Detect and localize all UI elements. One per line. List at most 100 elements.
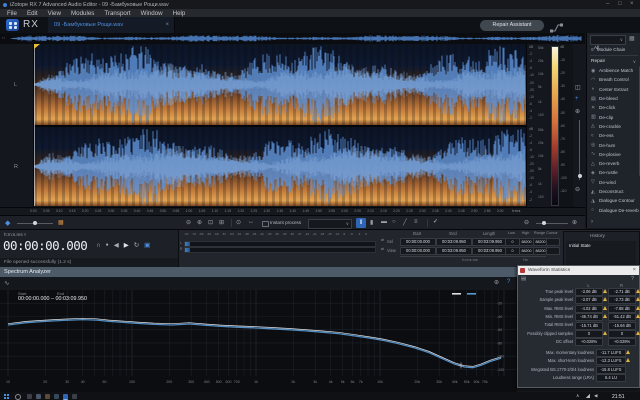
- play-button[interactable]: ▶: [124, 241, 129, 249]
- field-view-time-1[interactable]: 00:03:09.950: [436, 246, 472, 255]
- module-item-de-reverb[interactable]: △ De-reverb: [587, 159, 639, 168]
- link-row-icon[interactable]: ⇄: [381, 238, 384, 243]
- time-display[interactable]: 00:00:00.000: [3, 238, 88, 253]
- module-item-deconstruct[interactable]: ◭ Deconstruct: [587, 187, 639, 196]
- playhead-flag-icon[interactable]: [34, 44, 40, 49]
- time-frequency-selection-tool[interactable]: ▬: [381, 219, 387, 225]
- izotope-spark-icon[interactable]: ◆: [5, 219, 10, 227]
- module-chain-item[interactable]: ≡ Module Chain: [587, 45, 640, 54]
- field-view-freq-0[interactable]: 0: [505, 246, 520, 255]
- field-view-time-0[interactable]: 00:00:00.000: [400, 246, 436, 255]
- zoom-out-vertical-icon[interactable]: ⊖: [575, 186, 580, 193]
- loop-playback-toggle[interactable]: ▣: [144, 241, 150, 249]
- crosshair-icon[interactable]: +: [575, 96, 579, 102]
- spectrum-plot[interactable]: 10 20 30 40 60 100 200 300 400 500 600 700 1k 2k 3k 4k 5…: [0, 290, 517, 392]
- module-filter-dropdown[interactable]: All ∨: [590, 35, 626, 50]
- minimize-button[interactable]: –: [606, 1, 609, 7]
- taskbar-search-icon[interactable]: [15, 393, 21, 400]
- module-item-de-clip[interactable]: ▥ De-clip: [587, 112, 639, 121]
- hzoom-in-icon[interactable]: ⊕: [572, 219, 577, 226]
- record-button[interactable]: ●: [106, 242, 109, 248]
- field-view-freq-1[interactable]: 88200: [519, 246, 534, 255]
- skip-back-button[interactable]: ◀: [114, 241, 119, 249]
- module-item-ambience-match[interactable]: ◉ Ambience Match: [587, 66, 639, 75]
- module-item-de-ess[interactable]: ≈ De-ess: [587, 131, 639, 140]
- zoom-in-icon[interactable]: ⊕: [197, 219, 202, 226]
- module-item-center-extract[interactable]: ◑ Center Extract: [587, 85, 639, 94]
- spectrum-help-icon[interactable]: ?: [507, 279, 510, 285]
- field-sel-time-0[interactable]: 00:00:00.000: [400, 238, 436, 246]
- blend-slider-knob[interactable]: [33, 221, 37, 225]
- tray-volume-icon[interactable]: ◀: [594, 393, 597, 399]
- lasso-tool[interactable]: ○: [392, 219, 396, 225]
- spectrum-wave-icon[interactable]: ∿: [4, 279, 9, 287]
- zoom-selection-icon[interactable]: ⊡: [208, 219, 213, 226]
- module-item-de-plosive[interactable]: ∿ De-plosive: [587, 150, 639, 159]
- vertical-zoom-slider[interactable]: [579, 120, 580, 180]
- history-item[interactable]: Initial State: [566, 241, 636, 250]
- category-header-repair[interactable]: Repair ∨: [587, 57, 640, 66]
- zoom-fit-icon[interactable]: ⊞: [219, 219, 224, 226]
- process-mode-dropdown[interactable]: Attenuate ∨: [308, 218, 352, 234]
- repair-assistant-button[interactable]: Repair Assistant: [480, 19, 544, 31]
- module-item-de-hum[interactable]: ◎ De-hum: [587, 140, 639, 149]
- spectrogram-settings-icon[interactable]: ▦: [58, 219, 64, 226]
- colormap-legend[interactable]: [551, 46, 559, 206]
- module-item-breath-control[interactable]: ◠ Breath Control: [587, 75, 639, 84]
- field-sel-time-1[interactable]: 00:03:09.950: [436, 238, 472, 246]
- field-view-cursor[interactable]: [546, 246, 560, 255]
- composite-view-icon[interactable]: ◫: [575, 84, 581, 91]
- taskbar-app-icon-active[interactable]: [63, 393, 68, 400]
- copy-stats-icon[interactable]: ▤: [521, 276, 526, 282]
- hzoom-slider-knob[interactable]: [542, 221, 546, 225]
- tab-close-icon[interactable]: ×: [165, 22, 174, 28]
- field-sel-cursor[interactable]: [546, 238, 560, 246]
- hzoom-slider-track[interactable]: [536, 223, 568, 224]
- output-meters[interactable]: L R -Inf -70 -66 -63 -60 -57 -54 -51 -48 -45 -42 -3…: [180, 230, 378, 268]
- field-view-time-2[interactable]: 00:03:09.950: [472, 246, 508, 255]
- vertical-zoom-knob[interactable]: [577, 174, 582, 178]
- taskbar-app-icon[interactable]: [72, 393, 77, 399]
- waveform-statistics-window[interactable]: Waveform Statistics × ▤ ? L R True peak …: [517, 265, 640, 388]
- taskbar-clock[interactable]: 21:51: [612, 394, 625, 400]
- link-row-icon[interactable]: ⇄: [381, 247, 384, 252]
- field-sel-freq-0[interactable]: 0: [505, 238, 520, 246]
- instant-process-checkbox[interactable]: [262, 220, 269, 227]
- module-item-dialogue-de-reverb[interactable]: ○ Dialogue De-reverb: [587, 205, 639, 214]
- taskbar-app-icon[interactable]: [45, 393, 50, 399]
- loop-button[interactable]: ↻: [134, 241, 139, 249]
- minimap-link-icon[interactable]: ⇔: [1, 35, 6, 41]
- monitor-headphones-icon[interactable]: ∩: [96, 242, 101, 249]
- wand-tool[interactable]: ≡: [414, 219, 418, 225]
- channel-right[interactable]: [34, 127, 526, 206]
- frequency-selection-tool[interactable]: ▮: [370, 219, 373, 226]
- taskbar-app-icon[interactable]: [36, 393, 41, 399]
- stats-help-icon[interactable]: ?: [631, 276, 634, 282]
- field-sel-time-2[interactable]: 00:03:09.950: [472, 238, 508, 246]
- magnifier-tool-icon[interactable]: ⊙: [236, 219, 241, 226]
- module-grid-icon[interactable]: ▦: [629, 35, 635, 42]
- taskbar-app-icon[interactable]: [27, 393, 32, 399]
- spectrum-settings-gear-icon[interactable]: ⊛: [494, 279, 499, 286]
- module-item-dialogue-contour[interactable]: ◮ Dialogue Contour: [587, 196, 639, 205]
- stats-titlebar[interactable]: Waveform Statistics ×: [518, 266, 639, 275]
- channel-left[interactable]: [34, 44, 526, 125]
- taskbar-app-icon[interactable]: [54, 393, 59, 399]
- tray-chevron-icon[interactable]: ∧: [576, 393, 579, 399]
- brush-tool[interactable]: ╱: [403, 219, 407, 226]
- module-item-de-wind[interactable]: ▽ De-wind: [587, 178, 639, 187]
- module-item-de-bleed[interactable]: ▤ De-bleed: [587, 94, 639, 103]
- time-selection-tool[interactable]: ‖: [356, 218, 366, 228]
- pan-hand-icon[interactable]: ↔: [248, 219, 254, 225]
- start-button[interactable]: [4, 393, 9, 399]
- time-format-selector[interactable]: h:m:s.ms ▿: [4, 232, 26, 238]
- file-tab[interactable]: 09 -Бамбуковые Рощи.wav ×: [48, 17, 175, 33]
- stats-close-icon[interactable]: ×: [633, 267, 636, 273]
- module-more-button[interactable]: ›: [591, 219, 593, 225]
- maximize-button[interactable]: □: [618, 1, 622, 7]
- module-item-de-rustle[interactable]: ◈ De-rustle: [587, 168, 639, 177]
- field-sel-freq-1[interactable]: 88200: [519, 238, 534, 246]
- apply-check-icon[interactable]: ✓: [433, 218, 438, 225]
- hzoom-out-icon[interactable]: ⊖: [524, 219, 529, 226]
- tray-network-icon[interactable]: [586, 394, 590, 398]
